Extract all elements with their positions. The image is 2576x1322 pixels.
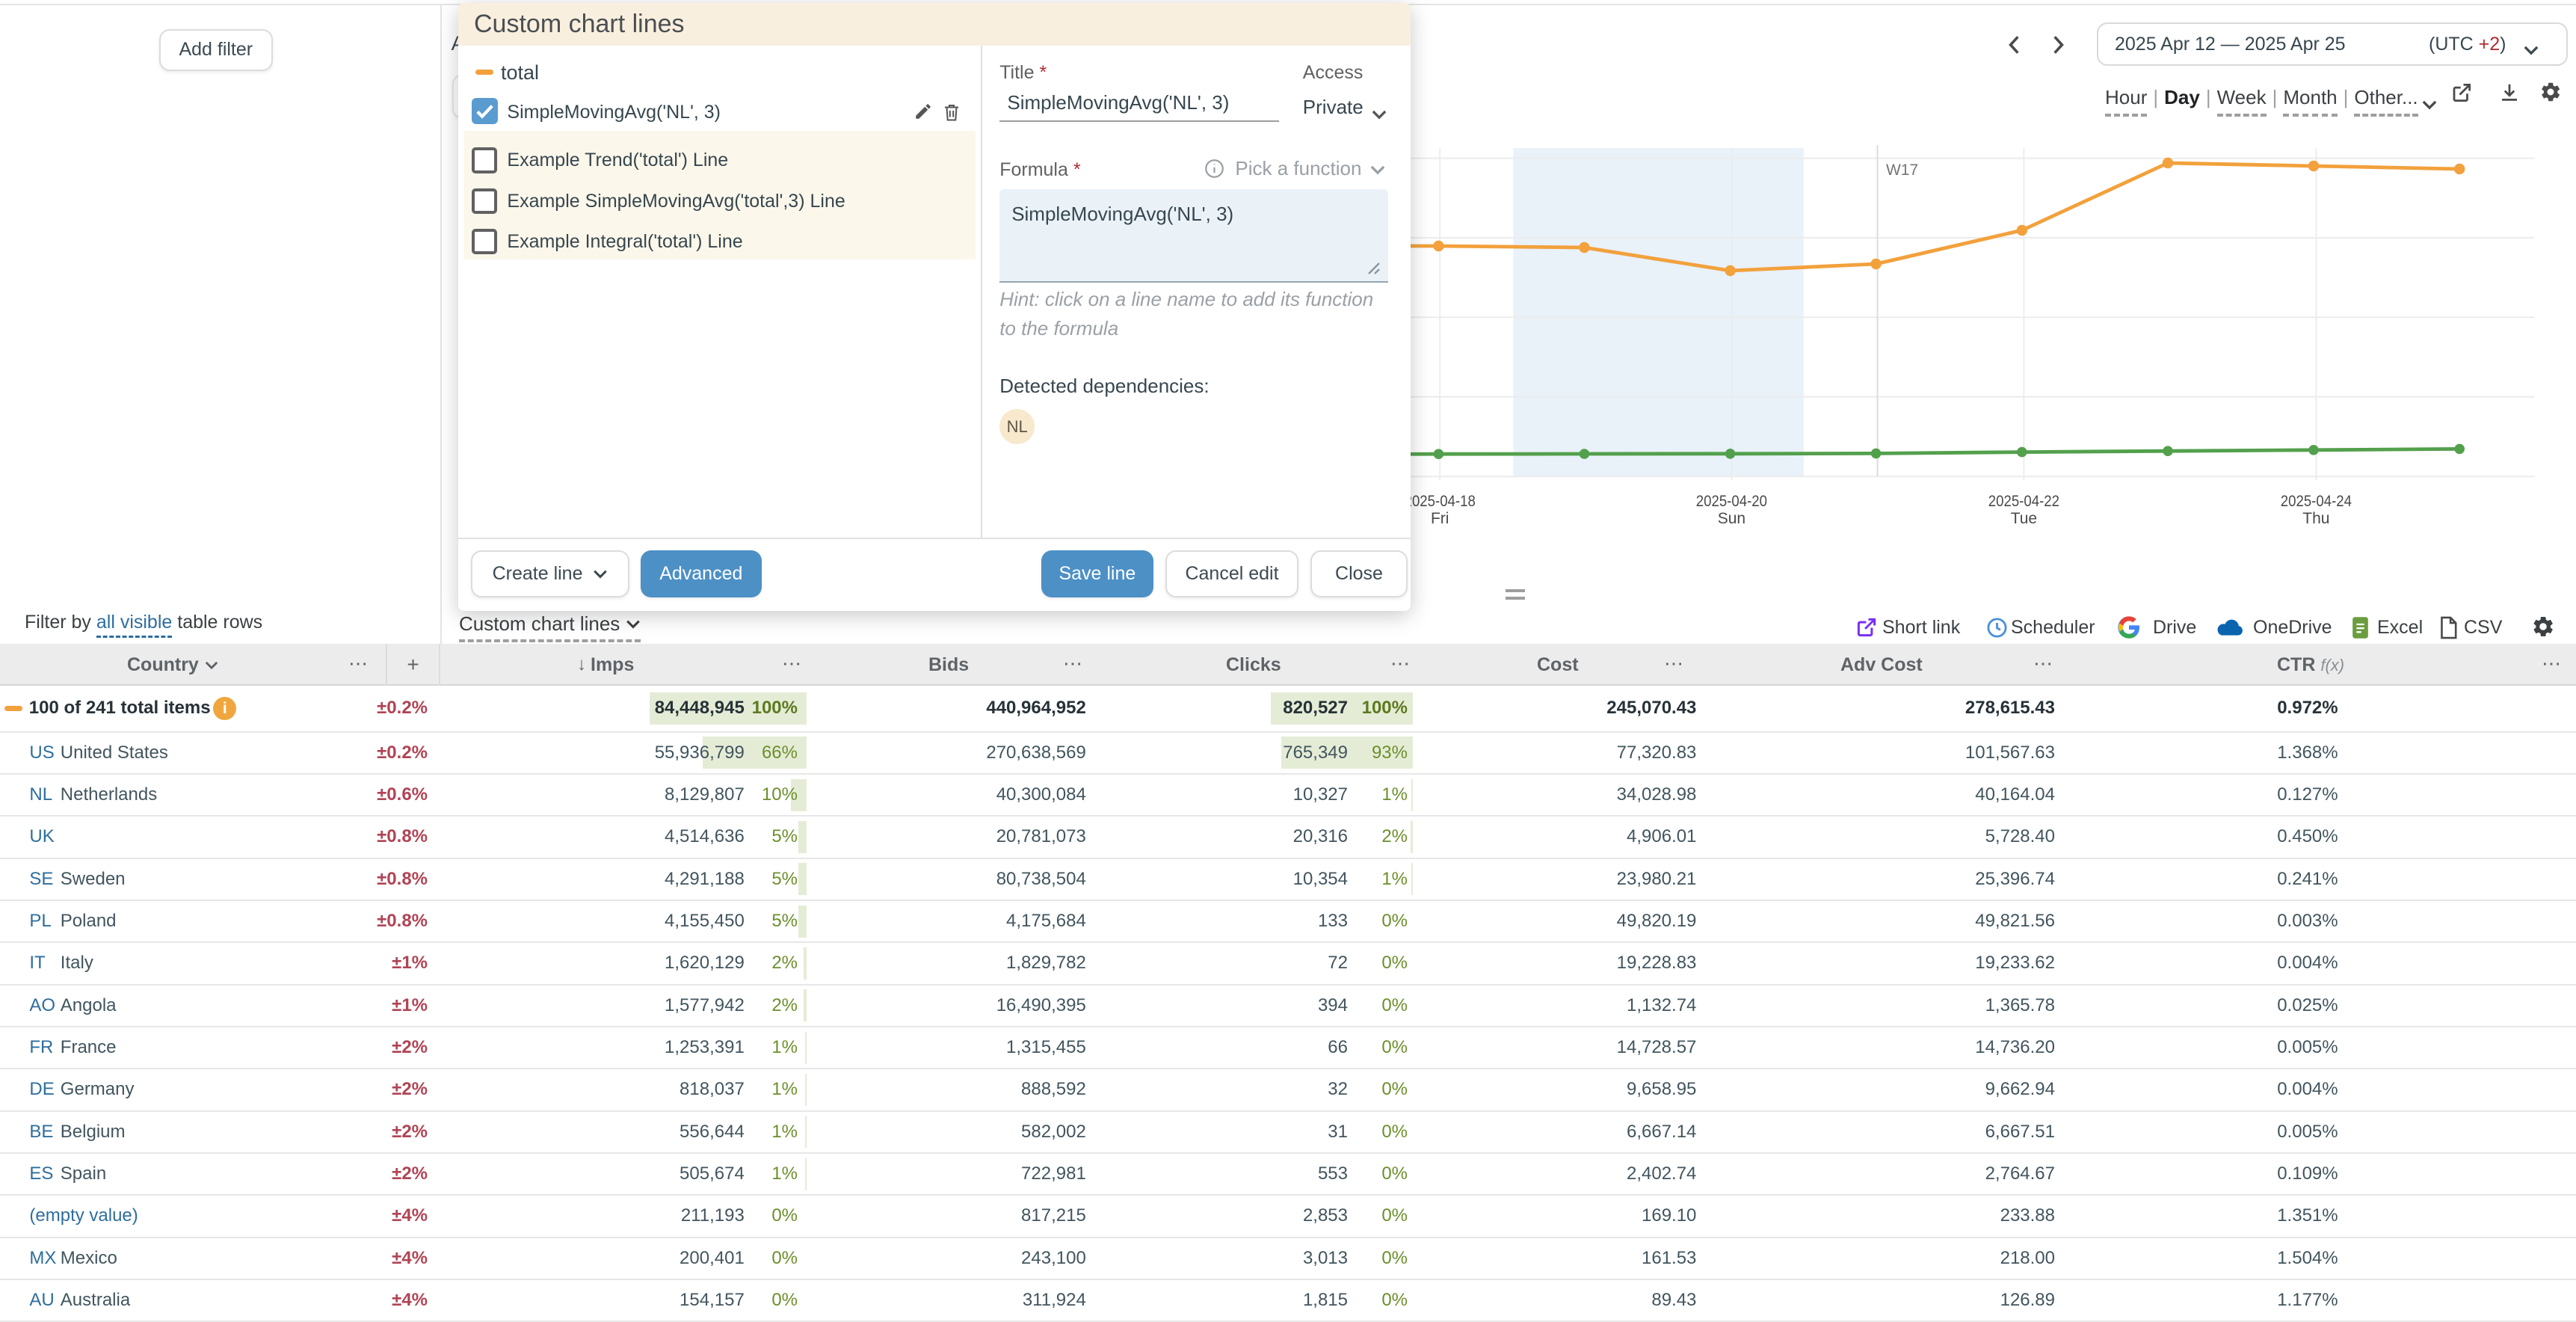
svg-text:W17: W17 xyxy=(1886,162,1918,179)
svg-text:2025-04-24: 2025-04-24 xyxy=(2280,493,2351,510)
svg-text:2025-04-18: 2025-04-18 xyxy=(1404,493,1475,510)
svg-text:Sun: Sun xyxy=(1717,510,1745,527)
svg-text:Fri: Fri xyxy=(1431,510,1449,527)
svg-text:2025-04-22: 2025-04-22 xyxy=(1988,493,2059,510)
svg-text:2025-04-20: 2025-04-20 xyxy=(1695,493,1766,510)
svg-text:Tue: Tue xyxy=(2010,510,2036,527)
svg-text:Thu: Thu xyxy=(2302,510,2329,527)
